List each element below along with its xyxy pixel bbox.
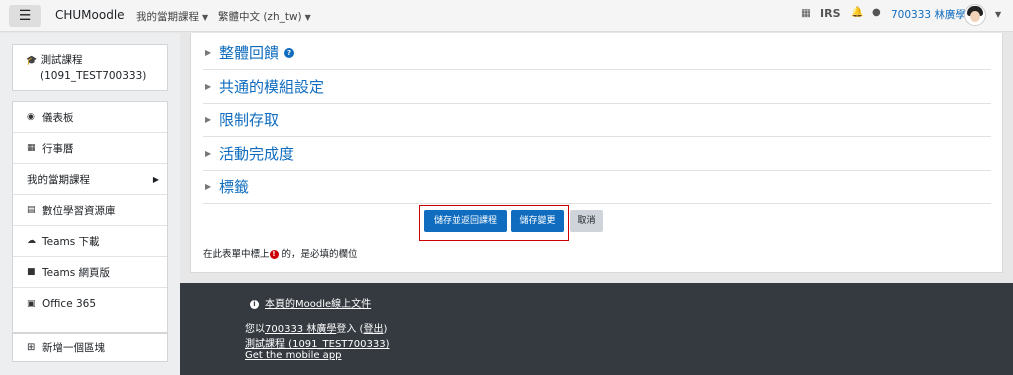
section-tags[interactable]: ▶ 標籤 [203, 170, 991, 204]
required-icon: ! [269, 250, 279, 259]
plus-square-icon: ⊞ [27, 342, 36, 353]
sidebar-item-label: 儀表板 [42, 111, 74, 124]
login-prefix: 您以 [245, 324, 265, 335]
page-footer: i 本頁的Moodle線上文件 您以700333 林廣學登入 (登出) 測試課程 … [180, 283, 1013, 375]
table-icon[interactable]: ▦ [801, 7, 811, 19]
moodle-docs-link[interactable]: 本頁的Moodle線上文件 [265, 299, 371, 310]
caret-down-icon: ▼ [202, 13, 209, 22]
avatar[interactable] [964, 4, 986, 26]
section-activity-completion[interactable]: ▶ 活動完成度 [203, 137, 991, 171]
caret-down-icon: ▼ [304, 13, 311, 22]
section-title: 活動完成度 [219, 145, 295, 163]
calendar-icon: ▦ [27, 143, 36, 153]
mobile-app-link[interactable]: Get the mobile app [245, 350, 342, 361]
login-middle: 登入 ( [336, 324, 364, 335]
graduation-cap-icon: 🎓 [26, 56, 38, 66]
sidebar-item-resources[interactable]: ▤ 數位學習資源庫 [13, 195, 167, 226]
language-menu[interactable]: 繁體中文 (zh_tw) ▼ [218, 9, 311, 24]
dashboard-icon: ◉ [27, 112, 35, 122]
save-changes-button[interactable]: 儲存變更 [511, 210, 564, 232]
course-name: 測試課程 [40, 54, 83, 66]
section-feedback[interactable]: ▶ 整體回饋 ? [203, 36, 991, 70]
caret-right-icon: ▶ [205, 115, 212, 124]
user-menu[interactable]: 700333 林廣學 [891, 7, 966, 22]
required-note-suffix: 的，是必填的欄位 [281, 249, 358, 260]
irs-link[interactable]: IRS [820, 7, 841, 20]
course-block[interactable]: 🎓 測試課程 (1091_TEST700333) [12, 44, 168, 91]
sidebar-item-label: 我的當期課程 [27, 173, 90, 186]
sidebar-item-office365[interactable]: ▣ Office 365 [13, 288, 167, 319]
info-icon: i [250, 299, 259, 309]
section-common-module-settings[interactable]: ▶ 共通的模組設定 [203, 70, 991, 104]
navigation-block: ◉ 儀表板 ▦ 行事曆 我的當期課程 ▶ ▤ 數位學習資源庫 ☁ Teams 下… [12, 101, 168, 333]
required-fields-note: 在此表單中標上! 的，是必填的欄位 [203, 246, 358, 260]
bell-icon[interactable]: 🔔 [851, 7, 863, 18]
caret-right-icon: ▶ [205, 182, 212, 191]
caret-down-icon[interactable]: ▼ [995, 10, 1001, 19]
hdd-icon: ▣ [27, 298, 36, 309]
chevron-right-icon: ▶ [152, 174, 159, 184]
sidebar-item-label: Office 365 [42, 297, 97, 310]
sidebar-item-my-courses[interactable]: 我的當期課程 ▶ [13, 164, 167, 195]
section-restrict-access[interactable]: ▶ 限制存取 [203, 103, 991, 137]
sidebar-item-label: 行事曆 [42, 142, 74, 155]
my-courses-menu[interactable]: 我的當期課程 ▼ [136, 9, 208, 24]
save-and-return-button[interactable]: 儲存並返回課程 [424, 210, 507, 232]
sidebar-item-label: 數位學習資源庫 [42, 204, 116, 217]
caret-right-icon: ▶ [205, 48, 212, 57]
chat-icon[interactable]: ● [872, 7, 881, 18]
cancel-button[interactable]: 取消 [570, 210, 603, 232]
section-title: 整體回饋 [219, 44, 280, 62]
sidebar-item-teams-web[interactable]: ■ Teams 網頁版 [13, 257, 167, 288]
login-info: 您以700333 林廣學登入 (登出) [245, 320, 387, 335]
logout-link[interactable]: 登出 [363, 324, 383, 335]
sidebar: 🎓 測試課程 (1091_TEST700333) ◉ 儀表板 ▦ 行事曆 我的當… [0, 33, 180, 375]
section-title: 限制存取 [219, 111, 280, 129]
add-block-label: 新增一個區塊 [42, 342, 105, 354]
my-courses-label: 我的當期課程 [136, 11, 199, 23]
section-title: 共通的模組設定 [219, 78, 325, 96]
help-icon[interactable]: ? [284, 47, 295, 58]
language-label: 繁體中文 (zh_tw) [218, 11, 302, 23]
required-note-prefix: 在此表單中標上 [203, 249, 270, 260]
cloud-download-icon: ☁ [27, 236, 36, 246]
site-brand[interactable]: CHUMoodle [55, 8, 125, 22]
sidebar-item-label: Teams 下載 [42, 235, 100, 248]
top-navbar: ☰ CHUMoodle 我的當期課程 ▼ 繁體中文 (zh_tw) ▼ ▦ IRS … [0, 0, 1013, 32]
sidebar-item-calendar[interactable]: ▦ 行事曆 [13, 133, 167, 164]
section-title: 標籤 [219, 178, 250, 196]
hamburger-menu-icon[interactable]: ☰ [9, 5, 41, 27]
docs-line: i 本頁的Moodle線上文件 [250, 295, 371, 310]
comments-icon: ■ [27, 267, 36, 277]
sidebar-item-label: Teams 網頁版 [42, 266, 111, 279]
profile-link[interactable]: 700333 林廣學 [265, 324, 336, 335]
login-end: ) [383, 324, 388, 335]
database-icon: ▤ [27, 205, 36, 215]
caret-right-icon: ▶ [205, 149, 212, 158]
caret-right-icon: ▶ [205, 82, 212, 91]
main-content: ▶ 整體回饋 ? ▶ 共通的模組設定 ▶ 限制存取 ▶ 活動完成度 ▶ 標籤 儲… [190, 33, 1003, 273]
course-home-link[interactable]: 測試課程 (1091_TEST700333) [245, 335, 390, 350]
sidebar-item-teams-download[interactable]: ☁ Teams 下載 [13, 226, 167, 257]
sidebar-item-dashboard[interactable]: ◉ 儀表板 [13, 102, 167, 133]
add-block-button[interactable]: ⊞ 新增一個區塊 [12, 333, 168, 362]
course-code: (1091_TEST700333) [40, 70, 147, 82]
